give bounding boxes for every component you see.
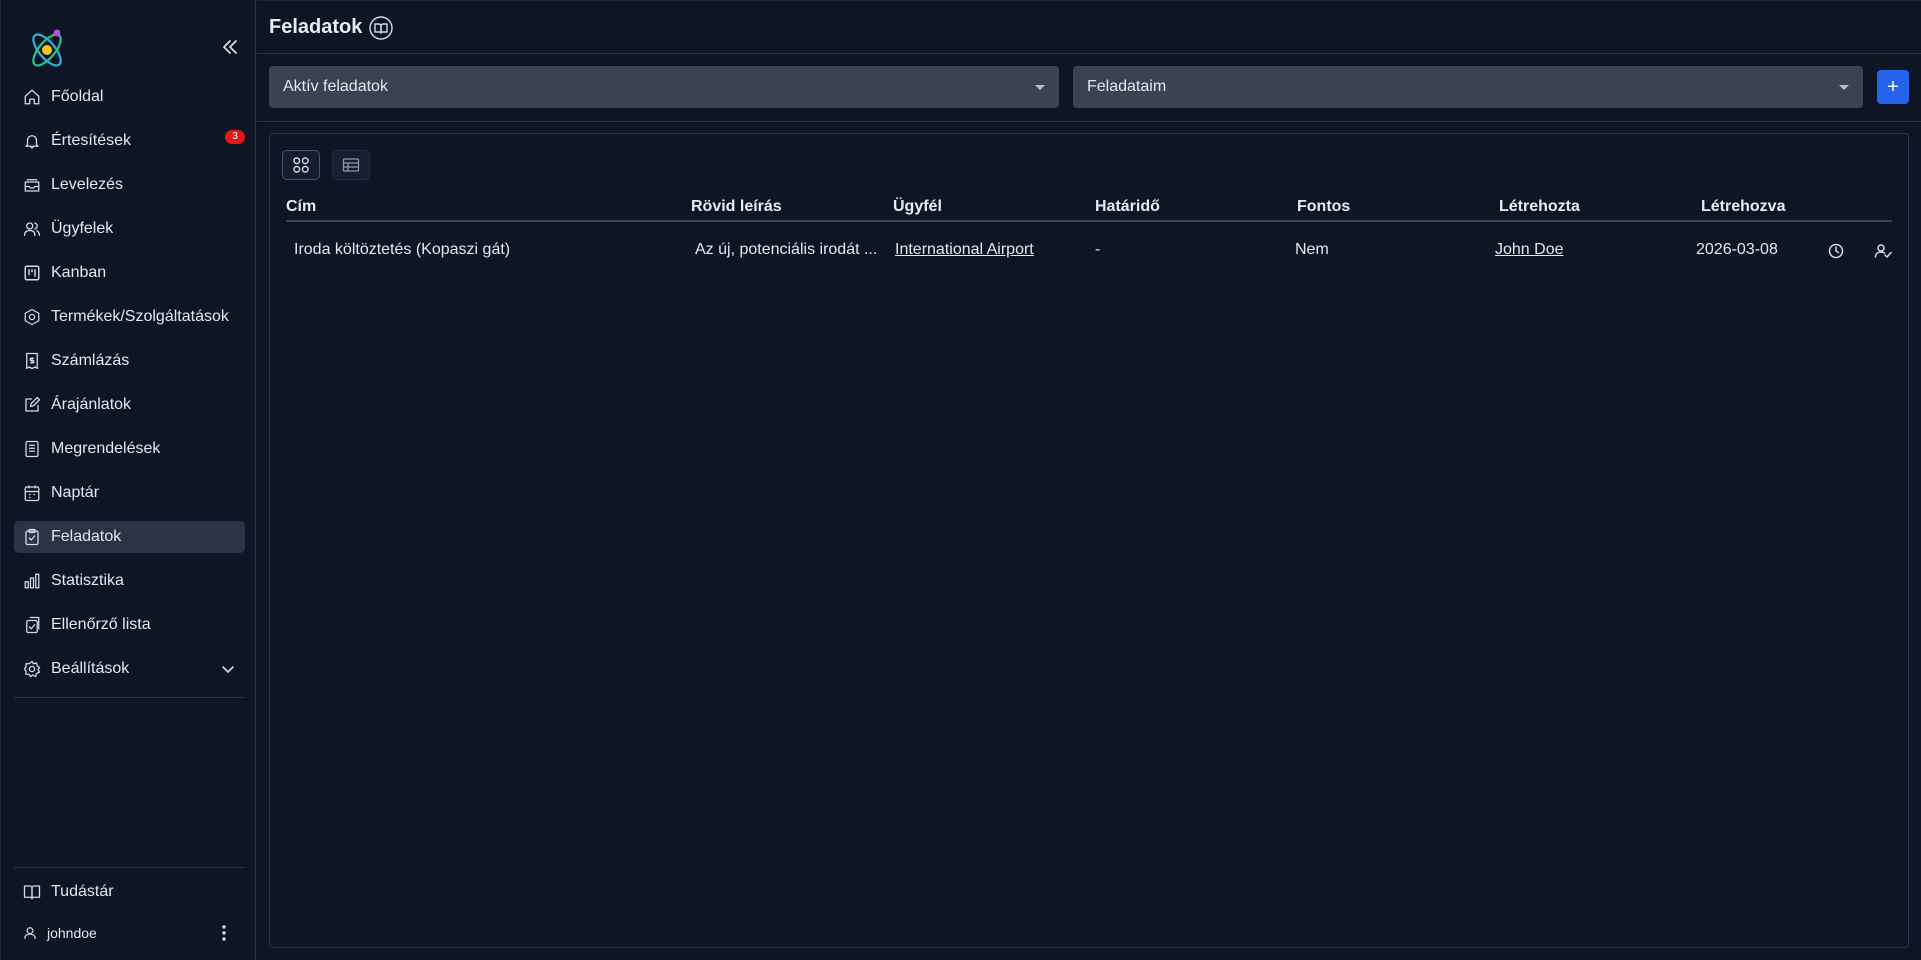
column-header-description[interactable]: Rövid leírás xyxy=(691,198,782,216)
grid-view-button[interactable] xyxy=(282,150,320,180)
sidebar-item-invoicing[interactable]: Számlázás xyxy=(14,345,245,377)
sidebar-item-label: Naptár xyxy=(51,484,100,501)
sidebar-item-products[interactable]: Termékek/Szolgáltatások xyxy=(14,301,245,333)
bell-icon xyxy=(23,132,41,150)
main-nav: Főoldal Értesítések 3 Levelezés Ügyfelek… xyxy=(14,81,245,697)
gear-icon xyxy=(23,660,41,678)
calendar-icon xyxy=(23,484,41,502)
atom-logo-icon[interactable] xyxy=(25,26,69,72)
tasks-panel: Cím Rövid leírás Ügyfél Határidő Fontos … xyxy=(269,133,1909,948)
invoice-icon xyxy=(23,352,41,370)
table-icon xyxy=(342,158,360,172)
documentation-book-icon[interactable] xyxy=(369,16,393,40)
sidebar-item-label: Értesítések xyxy=(51,132,132,149)
sidebar-item-label: Ügyfelek xyxy=(51,220,114,237)
more-options-icon[interactable] xyxy=(215,924,233,942)
sidebar-item-calendar[interactable]: Naptár xyxy=(14,477,245,509)
notification-count-badge: 3 xyxy=(225,130,245,144)
task-important: Nem xyxy=(1295,241,1329,258)
inbox-icon xyxy=(23,176,41,194)
knowledge-base-label: Tudástár xyxy=(51,883,114,900)
task-creator-link[interactable]: John Doe xyxy=(1495,241,1564,259)
sidebar-item-label: Árajánlatok xyxy=(51,396,132,413)
column-header-deadline[interactable]: Határidő xyxy=(1095,198,1160,216)
clock-icon[interactable] xyxy=(1827,242,1845,260)
sidebar-item-label: Feladatok xyxy=(51,528,122,545)
assign-user-icon[interactable] xyxy=(1874,242,1892,260)
sidebar-item-label: Termékek/Szolgáltatások xyxy=(51,308,229,325)
sidebar-item-orders[interactable]: Megrendelések xyxy=(14,433,245,465)
caret-down-icon xyxy=(1839,85,1849,90)
nav-divider xyxy=(14,697,245,698)
table-row[interactable]: Iroda költöztetés (Kopaszi gát) Az új, p… xyxy=(286,236,1892,266)
task-deadline: - xyxy=(1095,241,1101,258)
quote-edit-icon xyxy=(23,396,41,414)
filter-bar: Aktív feladatok Feladataim + xyxy=(257,54,1921,122)
sidebar-item-home[interactable]: Főoldal xyxy=(14,81,245,113)
column-header-important[interactable]: Fontos xyxy=(1297,198,1350,216)
page-header: Feladatok xyxy=(257,0,1921,54)
sidebar-item-label: Beállítások xyxy=(51,660,130,677)
caret-down-icon xyxy=(1035,85,1045,90)
table-header: Cím Rövid leírás Ügyfél Határidő Fontos … xyxy=(286,198,1892,222)
task-client-link[interactable]: International Airport xyxy=(895,241,1034,259)
checklist-icon xyxy=(23,616,41,634)
task-description: Az új, potenciális irodát ... xyxy=(695,241,878,258)
sidebar-item-label: Számlázás xyxy=(51,352,130,369)
sidebar: Főoldal Értesítések 3 Levelezés Ügyfelek… xyxy=(0,0,256,960)
column-header-created-by[interactable]: Létrehozta xyxy=(1499,198,1580,216)
sidebar-item-label: Ellenőrző lista xyxy=(51,616,151,633)
home-icon xyxy=(23,88,41,106)
clipboard-check-icon xyxy=(23,528,41,546)
chevron-down-icon[interactable] xyxy=(221,662,235,676)
hexagon-gear-icon xyxy=(23,308,41,326)
sidebar-item-notifications[interactable]: Értesítések 3 xyxy=(14,125,245,157)
scope-filter-select[interactable]: Feladataim xyxy=(1073,66,1863,108)
sidebar-item-label: Statisztika xyxy=(51,572,124,589)
sidebar-item-tasks[interactable]: Feladatok xyxy=(14,521,245,553)
kanban-icon xyxy=(23,264,41,282)
sidebar-item-mail[interactable]: Levelezés xyxy=(14,169,245,201)
grid-icon xyxy=(293,157,309,173)
table-view-button[interactable] xyxy=(332,150,370,180)
sidebar-item-settings[interactable]: Beállítások xyxy=(14,653,245,685)
bottom-divider xyxy=(14,867,245,868)
open-book-icon xyxy=(23,883,41,901)
username: johndoe xyxy=(47,925,97,941)
task-created-at: 2026-03-08 xyxy=(1696,241,1778,258)
user-profile[interactable]: johndoe xyxy=(23,922,245,944)
sidebar-item-clients[interactable]: Ügyfelek xyxy=(14,213,245,245)
sidebar-item-knowledge-base[interactable]: Tudástár xyxy=(23,880,114,904)
column-header-client[interactable]: Ügyfél xyxy=(893,198,942,216)
status-filter-select[interactable]: Aktív feladatok xyxy=(269,66,1059,108)
sidebar-item-label: Főoldal xyxy=(51,88,104,105)
task-title[interactable]: Iroda költöztetés (Kopaszi gát) xyxy=(294,241,510,259)
sidebar-item-label: Kanban xyxy=(51,264,107,281)
sidebar-item-statistics[interactable]: Statisztika xyxy=(14,565,245,597)
status-filter-value: Aktív feladatok xyxy=(283,78,388,95)
sidebar-item-kanban[interactable]: Kanban xyxy=(14,257,245,289)
collapse-sidebar-icon[interactable] xyxy=(219,36,241,58)
add-task-button[interactable]: + xyxy=(1877,70,1909,104)
sidebar-item-quotes[interactable]: Árajánlatok xyxy=(14,389,245,421)
user-icon xyxy=(23,926,37,940)
scope-filter-value: Feladataim xyxy=(1087,78,1167,95)
document-icon xyxy=(23,440,41,458)
column-header-created-at[interactable]: Létrehozva xyxy=(1701,198,1785,216)
sidebar-item-label: Megrendelések xyxy=(51,440,161,457)
sidebar-item-label: Levelezés xyxy=(51,176,124,193)
sidebar-item-checklist[interactable]: Ellenőrző lista xyxy=(14,609,245,641)
column-header-title[interactable]: Cím xyxy=(286,198,316,216)
bar-chart-icon xyxy=(23,572,41,590)
page-title: Feladatok xyxy=(269,16,363,38)
users-icon xyxy=(23,220,41,238)
